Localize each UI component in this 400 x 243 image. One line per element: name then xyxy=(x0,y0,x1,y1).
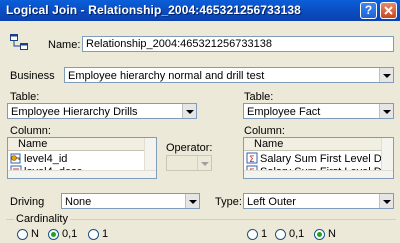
business-label: Business xyxy=(10,70,55,82)
title-bar[interactable]: Logical Join - Relationship_2004:4653212… xyxy=(0,0,400,21)
driving-dropdown[interactable]: None xyxy=(61,193,200,209)
window-title: Logical Join - Relationship_2004:4653212… xyxy=(6,3,301,17)
scrollbar[interactable] xyxy=(8,170,156,178)
name-field[interactable]: Relationship_2004:465321256733138 xyxy=(82,36,394,52)
chevron-down-icon[interactable] xyxy=(197,156,211,170)
name-label: Name: xyxy=(48,39,81,51)
left-column-list[interactable]: Name level4_id level4_desc xyxy=(7,137,157,179)
cardinality-left-1-radio[interactable] xyxy=(88,229,99,240)
driving-label: Driving xyxy=(10,196,45,208)
radio-label: N xyxy=(31,228,39,240)
radio-label: 0,1 xyxy=(289,228,305,240)
type-dropdown[interactable]: Left Outer xyxy=(243,193,394,209)
list-item[interactable]: Σ Salary Sum First Level Down xyxy=(246,152,394,165)
driving-value: None xyxy=(65,196,92,208)
type-value: Left Outer xyxy=(247,196,296,208)
business-value: Employee hierarchy normal and drill test xyxy=(68,70,265,82)
left-table-dropdown[interactable]: Employee Hierarchy Drills xyxy=(7,103,197,119)
cardinality-left-n-radio[interactable] xyxy=(17,229,28,240)
close-icon xyxy=(384,6,393,15)
type-label: Type: xyxy=(215,196,242,208)
chevron-down-icon[interactable] xyxy=(185,194,199,208)
right-column-header[interactable]: Name xyxy=(244,138,393,151)
close-button[interactable] xyxy=(380,2,397,19)
list-item-label: Salary Sum First Level Down xyxy=(260,153,394,165)
chevron-down-icon[interactable] xyxy=(379,194,393,208)
radio-label: 0,1 xyxy=(62,228,78,240)
cardinality-left-01-radio[interactable] xyxy=(48,229,59,240)
right-column-label: Column: xyxy=(244,125,285,137)
left-table-label: Table: xyxy=(10,91,40,103)
cardinality-right-n-radio[interactable] xyxy=(314,229,325,240)
left-column-label: Column: xyxy=(10,125,51,137)
left-table-value: Employee Hierarchy Drills xyxy=(11,106,138,118)
left-column-header[interactable]: Name xyxy=(8,138,156,151)
cardinality-right-01-radio[interactable] xyxy=(275,229,286,240)
chevron-down-icon[interactable] xyxy=(379,68,393,82)
right-table-value: Employee Fact xyxy=(247,106,321,118)
operator-label: Operator: xyxy=(166,142,213,154)
cardinality-right-1-radio[interactable] xyxy=(247,229,258,240)
join-icon xyxy=(10,34,28,50)
svg-text:Σ: Σ xyxy=(249,155,255,164)
logical-join-dialog: Logical Join - Relationship_2004:4653212… xyxy=(0,0,400,243)
list-item-label: level4_id xyxy=(24,153,68,165)
cardinality-label: Cardinality xyxy=(14,213,70,225)
key-column-icon xyxy=(10,153,21,164)
radio-label: 1 xyxy=(102,228,109,240)
list-item[interactable]: level4_id xyxy=(10,152,67,165)
operator-dropdown[interactable] xyxy=(166,155,212,171)
measure-column-icon: Σ xyxy=(246,152,258,164)
right-column-list[interactable]: Name Σ Salary Sum First Level Down Σ Salar… xyxy=(243,137,394,179)
right-table-label: Table: xyxy=(244,91,274,103)
right-table-dropdown[interactable]: Employee Fact xyxy=(243,103,394,119)
radio-label: N xyxy=(328,228,336,240)
business-dropdown[interactable]: Employee hierarchy normal and drill test xyxy=(64,67,394,83)
chevron-down-icon[interactable] xyxy=(379,104,393,118)
radio-label: 1 xyxy=(261,228,268,240)
help-button[interactable]: ? xyxy=(360,2,377,19)
chevron-down-icon[interactable] xyxy=(182,104,196,118)
scrollbar[interactable] xyxy=(244,170,393,178)
